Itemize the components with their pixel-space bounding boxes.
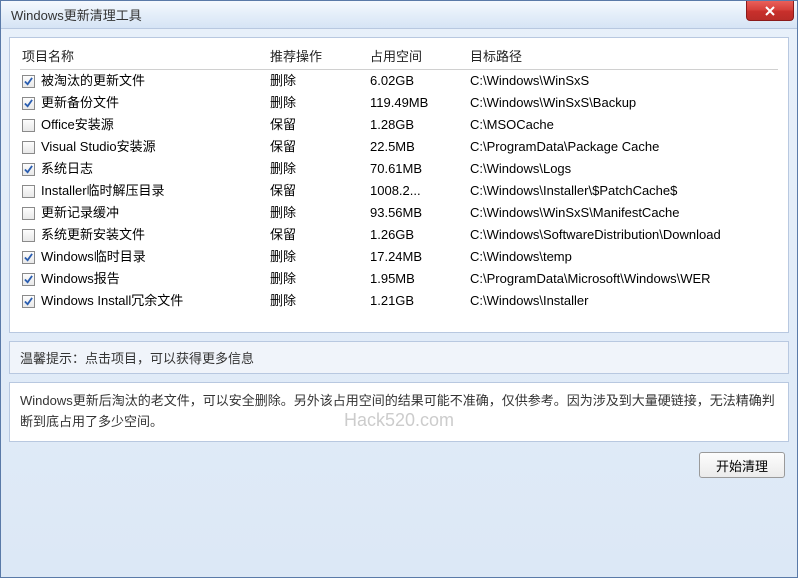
row-name-label: Windows临时目录 xyxy=(41,246,146,268)
cell-name: 系统日志 xyxy=(20,158,270,180)
cell-size: 6.02GB xyxy=(370,70,470,92)
description-text: Windows更新后淘汰的老文件，可以安全删除。另外该占用空间的结果可能不准确，… xyxy=(20,393,775,429)
cell-size: 17.24MB xyxy=(370,246,470,268)
cell-size: 93.56MB xyxy=(370,202,470,224)
row-name-label: 更新记录缓冲 xyxy=(41,202,119,224)
cell-action: 保留 xyxy=(270,180,370,202)
rows-container: 被淘汰的更新文件删除6.02GBC:\Windows\WinSxS更新备份文件删… xyxy=(20,70,778,312)
row-name-label: Windows报告 xyxy=(41,268,120,290)
table-row[interactable]: Windows临时目录 删除17.24MBC:\Windows\temp xyxy=(20,246,778,268)
table-row[interactable]: Windows Install冗余文件 删除1.21GBC:\Windows\In… xyxy=(20,290,778,312)
start-clean-button[interactable]: 开始清理 xyxy=(699,452,785,478)
table-row[interactable]: Visual Studio安装源 保留22.5MBC:\ProgramData\P… xyxy=(20,136,778,158)
cell-action: 保留 xyxy=(270,136,370,158)
cell-size: 22.5MB xyxy=(370,136,470,158)
cell-name: Windows Install冗余文件 xyxy=(20,290,270,312)
cell-action: 删除 xyxy=(270,158,370,180)
cell-action: 删除 xyxy=(270,202,370,224)
cell-path: C:\ProgramData\Microsoft\Windows\WER xyxy=(470,268,778,290)
row-checkbox[interactable] xyxy=(22,229,35,242)
cell-path: C:\Windows\SoftwareDistribution\Download xyxy=(470,224,778,246)
cell-action: 保留 xyxy=(270,224,370,246)
cell-action: 保留 xyxy=(270,114,370,136)
cell-size: 1.26GB xyxy=(370,224,470,246)
table-row[interactable]: Office安装源 保留1.28GBC:\MSOCache xyxy=(20,114,778,136)
table-row[interactable]: 更新记录缓冲 删除93.56MBC:\Windows\WinSxS\Manifes… xyxy=(20,202,778,224)
header-action[interactable]: 推荐操作 xyxy=(270,46,370,68)
cell-action: 删除 xyxy=(270,268,370,290)
row-name-label: 更新备份文件 xyxy=(41,92,119,114)
header-size[interactable]: 占用空间 xyxy=(370,46,470,68)
cell-action: 删除 xyxy=(270,92,370,114)
cell-name: 更新记录缓冲 xyxy=(20,202,270,224)
cell-path: C:\Windows\WinSxS\Backup xyxy=(470,92,778,114)
row-checkbox[interactable] xyxy=(22,251,35,264)
table-row[interactable]: 被淘汰的更新文件 删除6.02GBC:\Windows\WinSxS xyxy=(20,70,778,92)
row-checkbox[interactable] xyxy=(22,163,35,176)
cell-name: Office安装源 xyxy=(20,114,270,136)
cell-name: 更新备份文件 xyxy=(20,92,270,114)
cell-name: Windows报告 xyxy=(20,268,270,290)
close-icon xyxy=(764,6,776,16)
cell-size: 1.28GB xyxy=(370,114,470,136)
row-checkbox[interactable] xyxy=(22,97,35,110)
row-checkbox[interactable] xyxy=(22,273,35,286)
hint-panel: 温馨提示：点击项目，可以获得更多信息 xyxy=(9,341,789,374)
cell-action: 删除 xyxy=(270,290,370,312)
content-area: 项目名称 推荐操作 占用空间 目标路径 被淘汰的更新文件删除6.02GBC:\W… xyxy=(9,37,789,569)
header-path[interactable]: 目标路径 xyxy=(470,46,778,68)
row-name-label: Windows Install冗余文件 xyxy=(41,290,183,312)
cell-name: 系统更新安装文件 xyxy=(20,224,270,246)
row-name-label: 系统日志 xyxy=(41,158,93,180)
row-checkbox[interactable] xyxy=(22,185,35,198)
cell-size: 1008.2... xyxy=(370,180,470,202)
cell-name: 被淘汰的更新文件 xyxy=(20,70,270,92)
cell-path: C:\Windows\Logs xyxy=(470,158,778,180)
header-name[interactable]: 项目名称 xyxy=(20,46,270,68)
table-row[interactable]: Installer临时解压目录 保留1008.2...C:\Windows\Ins… xyxy=(20,180,778,202)
cell-size: 1.21GB xyxy=(370,290,470,312)
row-checkbox[interactable] xyxy=(22,207,35,220)
cell-path: C:\Windows\Installer xyxy=(470,290,778,312)
row-name-label: Office安装源 xyxy=(41,114,114,136)
titlebar[interactable]: Windows更新清理工具 xyxy=(1,1,797,29)
cell-size: 70.61MB xyxy=(370,158,470,180)
cell-path: C:\Windows\WinSxS\ManifestCache xyxy=(470,202,778,224)
row-name-label: Visual Studio安装源 xyxy=(41,136,156,158)
hint-text: 温馨提示：点击项目，可以获得更多信息 xyxy=(20,351,254,366)
table-row[interactable]: 更新备份文件 删除119.49MBC:\Windows\WinSxS\Backup xyxy=(20,92,778,114)
cell-path: C:\MSOCache xyxy=(470,114,778,136)
row-checkbox[interactable] xyxy=(22,141,35,154)
cell-name: Visual Studio安装源 xyxy=(20,136,270,158)
row-name-label: Installer临时解压目录 xyxy=(41,180,165,202)
row-name-label: 系统更新安装文件 xyxy=(41,224,145,246)
window-title: Windows更新清理工具 xyxy=(11,5,142,24)
cell-path: C:\Windows\WinSxS xyxy=(470,70,778,92)
table-row[interactable]: 系统日志 删除70.61MBC:\Windows\Logs xyxy=(20,158,778,180)
cell-path: C:\ProgramData\Package Cache xyxy=(470,136,778,158)
cell-action: 删除 xyxy=(270,246,370,268)
watermark-text: Hack520.com xyxy=(344,406,454,435)
items-list-panel: 项目名称 推荐操作 占用空间 目标路径 被淘汰的更新文件删除6.02GBC:\W… xyxy=(9,37,789,333)
cell-path: C:\Windows\Installer\$PatchCache$ xyxy=(470,180,778,202)
row-checkbox[interactable] xyxy=(22,75,35,88)
row-checkbox[interactable] xyxy=(22,119,35,132)
cell-action: 删除 xyxy=(270,70,370,92)
button-bar: 开始清理 xyxy=(9,450,789,482)
row-checkbox[interactable] xyxy=(22,295,35,308)
cell-size: 119.49MB xyxy=(370,92,470,114)
table-row[interactable]: 系统更新安装文件 保留1.26GBC:\Windows\SoftwareDistr… xyxy=(20,224,778,246)
cell-size: 1.95MB xyxy=(370,268,470,290)
column-headers: 项目名称 推荐操作 占用空间 目标路径 xyxy=(20,46,778,70)
row-name-label: 被淘汰的更新文件 xyxy=(41,70,145,92)
cell-name: Windows临时目录 xyxy=(20,246,270,268)
close-button[interactable] xyxy=(746,1,794,21)
cell-path: C:\Windows\temp xyxy=(470,246,778,268)
table-row[interactable]: Windows报告 删除1.95MBC:\ProgramData\Microsof… xyxy=(20,268,778,290)
main-window: Windows更新清理工具 项目名称 推荐操作 占用空间 目标路径 被淘汰的更新… xyxy=(0,0,798,578)
cell-name: Installer临时解压目录 xyxy=(20,180,270,202)
description-panel: Windows更新后淘汰的老文件，可以安全删除。另外该占用空间的结果可能不准确，… xyxy=(9,382,789,442)
